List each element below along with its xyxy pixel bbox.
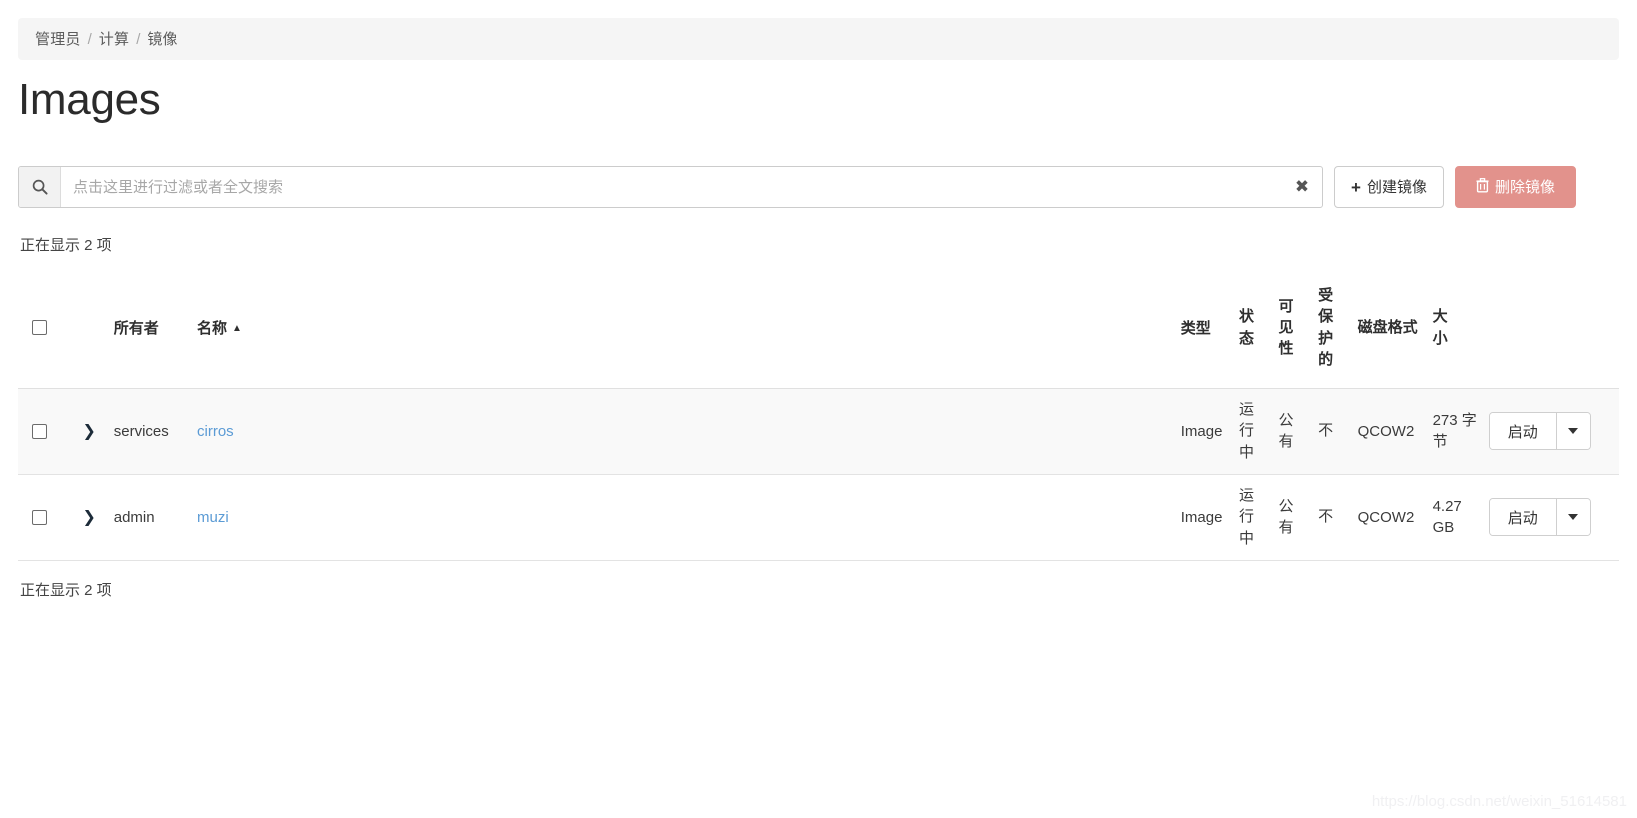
cell-name: cirros [197, 388, 1181, 475]
watermark: https://blog.csdn.net/weixin_51614581 [1371, 793, 1627, 810]
cell-status: 运行中 [1239, 474, 1279, 561]
image-name-link[interactable]: cirros [197, 423, 234, 440]
row-select-cell [18, 474, 83, 561]
row-checkbox[interactable] [32, 423, 47, 439]
cell-disk-format: QCOW2 [1357, 474, 1433, 561]
column-header-size-label: 大小 [1432, 308, 1448, 347]
row-select-cell [18, 388, 83, 475]
column-header-actions [1488, 268, 1619, 389]
cell-visibility-label: 公有 [1278, 497, 1294, 536]
chevron-down-icon [1568, 428, 1579, 434]
table-header-row: 所有者 名称 ▲ 类型 状态 可见性 受保护的 磁盘格式 大小 [18, 268, 1619, 389]
cell-protected-label: 不 [1318, 422, 1334, 440]
cell-name: muzi [197, 474, 1181, 561]
toolbar: ✖ + 创建镜像 删除镜像 [18, 166, 1619, 208]
row-action-group: 启动 [1488, 412, 1591, 450]
page-title: Images [18, 75, 161, 124]
plus-icon: + [1351, 177, 1361, 197]
cell-size-label: 273 字节 [1432, 411, 1477, 450]
column-header-status[interactable]: 状态 [1239, 268, 1279, 389]
select-all-header [18, 268, 83, 389]
launch-button[interactable]: 启动 [1489, 413, 1557, 449]
cell-size: 273 字节 [1432, 388, 1489, 475]
images-table: 所有者 名称 ▲ 类型 状态 可见性 受保护的 磁盘格式 大小 ❯ servic… [18, 268, 1619, 561]
column-header-status-label: 状态 [1239, 308, 1255, 347]
cell-status-label: 运行中 [1239, 487, 1255, 547]
column-header-name-label: 名称 [197, 320, 228, 338]
create-image-label: 创建镜像 [1366, 178, 1427, 196]
column-header-name[interactable]: 名称 ▲ [197, 268, 1181, 389]
column-header-disk-format-label: 磁盘格式 [1357, 319, 1418, 337]
row-actions-dropdown-toggle[interactable] [1556, 413, 1590, 449]
cell-owner: admin [113, 474, 198, 561]
cell-status-label: 运行中 [1239, 401, 1255, 461]
cell-status: 运行中 [1239, 388, 1279, 475]
cell-protected: 不 [1318, 474, 1358, 561]
chevron-down-icon [1568, 514, 1579, 520]
table-head: 所有者 名称 ▲ 类型 状态 可见性 受保护的 磁盘格式 大小 [18, 268, 1619, 389]
chevron-right-icon[interactable]: ❯ [83, 509, 96, 526]
breadcrumb-item-images: 镜像 [147, 30, 178, 48]
cell-protected-label: 不 [1318, 508, 1334, 526]
search-group: ✖ [18, 166, 1323, 208]
breadcrumb: 管理员 / 计算 / 镜像 [18, 18, 1619, 60]
images-page: 管理员 / 计算 / 镜像 Images ✖ + 创建镜像 [0, 0, 1637, 818]
breadcrumb-item-compute[interactable]: 计算 [99, 32, 129, 47]
column-header-size[interactable]: 大小 [1432, 268, 1489, 389]
images-table-wrapper: 所有者 名称 ▲ 类型 状态 可见性 受保护的 磁盘格式 大小 ❯ servic… [18, 268, 1619, 561]
row-expand-cell: ❯ [82, 474, 114, 561]
search-input[interactable] [61, 167, 1288, 207]
cell-protected: 不 [1318, 388, 1358, 475]
select-all-checkbox[interactable] [32, 320, 47, 336]
table-row[interactable]: ❯ admin muzi Image 运行中 公有 不 QCOW2 4.27 G… [18, 474, 1619, 561]
launch-button[interactable]: 启动 [1489, 499, 1557, 535]
image-name-link[interactable]: muzi [197, 509, 229, 526]
delete-image-button[interactable]: 删除镜像 [1455, 166, 1576, 208]
row-expand-cell: ❯ [82, 388, 114, 475]
row-checkbox[interactable] [32, 509, 47, 525]
search-icon [19, 167, 61, 207]
column-header-protected[interactable]: 受保护的 [1318, 268, 1358, 389]
column-header-visibility[interactable]: 可见性 [1278, 268, 1319, 389]
count-bottom: 正在显示 2 项 [20, 582, 112, 599]
table-row[interactable]: ❯ services cirros Image 运行中 公有 不 QCOW2 2… [18, 388, 1619, 475]
delete-image-label: 删除镜像 [1494, 178, 1555, 196]
cell-type: Image [1180, 474, 1239, 561]
cell-type: Image [1180, 388, 1239, 475]
row-actions-dropdown-toggle[interactable] [1556, 499, 1590, 535]
column-header-type[interactable]: 类型 [1180, 268, 1239, 389]
row-action-group: 启动 [1488, 498, 1591, 536]
column-header-visibility-label: 可见性 [1278, 297, 1294, 358]
cell-actions: 启动 [1488, 474, 1619, 561]
trash-icon [1476, 178, 1489, 196]
table-body: ❯ services cirros Image 运行中 公有 不 QCOW2 2… [18, 388, 1619, 561]
breadcrumb-separator: / [136, 30, 141, 48]
cell-visibility-label: 公有 [1278, 411, 1294, 450]
cell-actions: 启动 [1488, 388, 1619, 475]
cell-visibility: 公有 [1278, 474, 1319, 561]
cell-disk-format: QCOW2 [1357, 388, 1433, 475]
cell-owner: services [113, 388, 198, 475]
breadcrumb-item-admin[interactable]: 管理员 [35, 32, 81, 47]
create-image-button[interactable]: + 创建镜像 [1334, 166, 1444, 208]
column-header-protected-label: 受保护的 [1318, 287, 1334, 369]
breadcrumb-separator: / [87, 30, 92, 48]
clear-search-icon[interactable]: ✖ [1288, 167, 1322, 207]
chevron-right-icon[interactable]: ❯ [83, 423, 96, 440]
count-top: 正在显示 2 项 [20, 237, 112, 254]
cell-size-label: 4.27 GB [1432, 497, 1462, 536]
expand-header [82, 268, 114, 389]
cell-visibility: 公有 [1278, 388, 1319, 475]
column-header-disk-format[interactable]: 磁盘格式 [1357, 268, 1433, 389]
cell-size: 4.27 GB [1432, 474, 1489, 561]
column-header-owner[interactable]: 所有者 [113, 268, 198, 389]
sort-ascending-icon: ▲ [232, 323, 242, 335]
